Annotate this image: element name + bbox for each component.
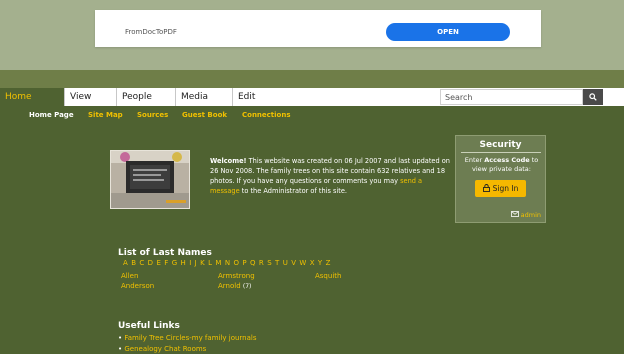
security-divider	[461, 152, 541, 153]
nav-view[interactable]: View	[65, 88, 117, 106]
lock-icon	[482, 184, 490, 192]
ad-banner[interactable]: FromDocToPDF OPEN	[95, 10, 541, 47]
letter-link[interactable]: L	[208, 259, 212, 267]
surname-link-asquith[interactable]: Asquith	[315, 272, 341, 280]
letter-link[interactable]: E	[156, 259, 160, 267]
letter-link[interactable]: W	[299, 259, 306, 267]
sublink-guest-book[interactable]: Guest Book	[182, 111, 227, 119]
nav-people[interactable]: People	[117, 88, 176, 106]
letter-link[interactable]: M	[215, 259, 221, 267]
headstone-photo[interactable]	[110, 150, 190, 209]
letter-link[interactable]: O	[233, 259, 239, 267]
letter-link[interactable]: F	[164, 259, 168, 267]
welcome-heading: Welcome!	[210, 157, 247, 165]
security-instructions: Enter Access Code to view private data:	[464, 156, 539, 173]
letter-link[interactable]: K	[200, 259, 205, 267]
useful-link[interactable]: • Genealogy Chat Rooms	[118, 345, 206, 353]
letter-link[interactable]: U	[283, 259, 288, 267]
letter-link[interactable]: A	[123, 259, 128, 267]
surname-link-armstrong[interactable]: Armstrong	[218, 272, 255, 280]
sign-in-button[interactable]: Sign In	[475, 180, 526, 197]
surname-link-anderson[interactable]: Anderson	[121, 282, 154, 290]
nav-edit[interactable]: Edit	[233, 88, 440, 106]
surname-link-arnold[interactable]: Arnold (7)	[218, 282, 251, 290]
admin-link[interactable]: admin	[510, 211, 541, 219]
letter-link[interactable]: C	[139, 259, 144, 267]
letter-link[interactable]: Z	[326, 259, 331, 267]
letter-link[interactable]: T	[275, 259, 279, 267]
mail-icon	[510, 211, 519, 217]
sublink-home-page[interactable]: Home Page	[29, 111, 74, 119]
ad-open-button[interactable]: OPEN	[386, 23, 510, 41]
nav-media[interactable]: Media	[176, 88, 233, 106]
useful-links-heading: Useful Links	[118, 321, 180, 331]
letter-link[interactable]: J	[195, 259, 197, 267]
letter-index: ABCDEFGHIJKLMNOPQRSTUVWXYZ	[123, 259, 334, 267]
useful-link[interactable]: • Family Tree Circles-my family journals	[118, 334, 257, 342]
surname-count: (7)	[242, 283, 252, 290]
search-button[interactable]	[583, 89, 603, 105]
welcome-body-2: to the Administrator of this site.	[239, 187, 347, 195]
header-band	[0, 70, 624, 88]
search-input[interactable]	[440, 89, 583, 105]
letter-link[interactable]: H	[181, 259, 186, 267]
letter-link[interactable]: Y	[318, 259, 322, 267]
sublink-sources[interactable]: Sources	[137, 111, 168, 119]
letter-link[interactable]: S	[267, 259, 271, 267]
letter-link[interactable]: B	[131, 259, 136, 267]
letter-link[interactable]: D	[148, 259, 153, 267]
welcome-text: Welcome! This website was created on 06 …	[210, 156, 450, 196]
letter-link[interactable]: R	[259, 259, 264, 267]
letter-link[interactable]: G	[172, 259, 177, 267]
letter-link[interactable]: V	[291, 259, 296, 267]
security-title: Security	[479, 140, 522, 150]
nav-home[interactable]: Home	[0, 88, 65, 106]
ad-text: FromDocToPDF	[125, 28, 177, 36]
last-names-heading: List of Last Names	[118, 248, 212, 258]
letter-link[interactable]: X	[310, 259, 315, 267]
letter-link[interactable]: Q	[250, 259, 256, 267]
sublink-connections[interactable]: Connections	[242, 111, 291, 119]
search-icon	[589, 93, 597, 101]
sublink-site-map[interactable]: Site Map	[88, 111, 123, 119]
security-panel: Security Enter Access Code to view priva…	[455, 135, 546, 223]
surname-link-allen[interactable]: Allen	[121, 272, 138, 280]
letter-link[interactable]: N	[225, 259, 230, 267]
letter-link[interactable]: I	[189, 259, 191, 267]
photo-image	[111, 151, 189, 208]
letter-link[interactable]: P	[242, 259, 246, 267]
